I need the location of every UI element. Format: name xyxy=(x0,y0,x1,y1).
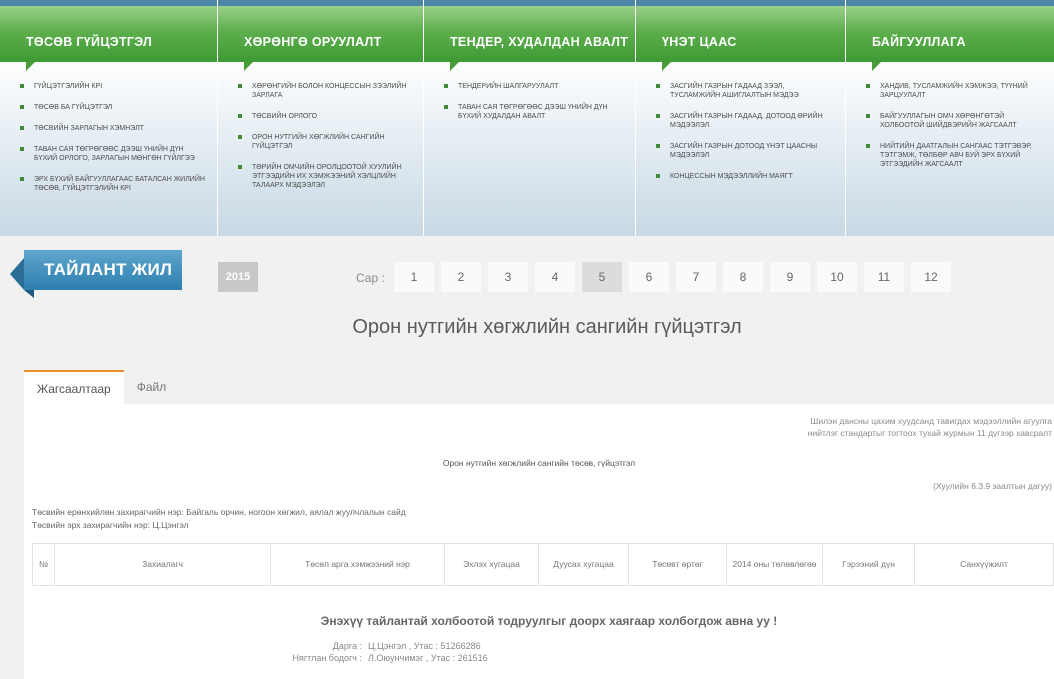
month-label: Сар : xyxy=(356,271,385,285)
col-header-start-date: Эхлэх хугацаа xyxy=(444,543,539,586)
contact-info: Дарга : Ц.Цэнгэл , Утас : 51266286 Нягтла… xyxy=(274,640,488,664)
regulation-note-line1: Шилэн дансны цахим хуудсанд тавигдах мэд… xyxy=(810,416,1052,426)
nav-column-tender: ТЕНДЕР, ХУДАЛДАН АВАЛТ ТЕНДЕРИЙН ШАЛГАРУ… xyxy=(424,0,636,236)
tab-file[interactable]: Файл xyxy=(124,370,180,404)
month-button[interactable]: 1 xyxy=(394,262,434,292)
view-tabs: Жагсаалтаар Файл xyxy=(24,370,179,404)
month-button[interactable]: 12 xyxy=(911,262,951,292)
month-button[interactable]: 9 xyxy=(770,262,810,292)
contact-row: Дарга : Ц.Цэнгэл , Утас : 51266286 xyxy=(274,640,488,652)
nav-list-investment: ХӨРӨНГИЙН БОЛОН КОНЦЕССЫН ЗЭЭЛИЙН ЗАРЛАГ… xyxy=(218,62,423,190)
nav-link[interactable]: БАЙГУУЛЛАГЫН ОМЧ ХӨРӨНГӨТЭЙ ХОЛБООТОЙ ШИ… xyxy=(866,112,1044,130)
contact-value: Л.Оюунчимэг , Утас : 261516 xyxy=(368,653,488,663)
contact-heading: Энэхүү тайлантай холбоотой тодруулгыг до… xyxy=(320,614,778,628)
report-year-ribbon: ТАЙЛАНТ ЖИЛ xyxy=(10,250,182,298)
nav-link[interactable]: ТӨРИЙН ОМЧИЙН ОРОЛЦООТОЙ ХУУЛИЙН ЭТГЭЭДИ… xyxy=(238,163,413,190)
col-header-customer: Захиалагч xyxy=(54,543,271,586)
nav-column-securities: ҮНЭТ ЦААС ЗАСГИЙН ГАЗРЫН ГАДААД ЗЭЭЛ, ТУ… xyxy=(636,0,846,236)
nav-column-budget: ТӨСӨВ ГҮЙЦЭТГЭЛ ГҮЙЦЭТГЭЛИЙН КPI ТӨСӨВ Б… xyxy=(0,0,218,236)
nav-column-investment: ХӨРӨНГӨ ОРУУЛАЛТ ХӨРӨНГИЙН БОЛОН КОНЦЕСС… xyxy=(218,0,424,236)
nav-link[interactable]: ХӨРӨНГИЙН БОЛОН КОНЦЕССЫН ЗЭЭЛИЙН ЗАРЛАГ… xyxy=(238,82,413,100)
nav-list-organization: ХАНДИВ, ТУСЛАМЖИЙН ХЭМЖЭЭ, ТҮҮНИЙ ЗАРЦУУ… xyxy=(846,62,1054,169)
col-header-project-name: Төсөл арга хэмжээний нэр xyxy=(270,543,445,586)
budget-table: № Захиалагч Төсөл арга хэмжээний нэр Эхл… xyxy=(32,543,1054,586)
nav-heading-investment[interactable]: ХӨРӨНГӨ ОРУУЛАЛТ xyxy=(218,0,423,71)
report-panel: Шилэн дансны цахим хуудсанд тавигдах мэд… xyxy=(24,404,1054,679)
table-caption: Орон нутгийн хөгжлийн сангийн төсөв, гүй… xyxy=(442,458,636,468)
nav-link[interactable]: ГҮЙЦЭТГЭЛИЙН КPI xyxy=(20,82,207,91)
law-reference: (Хуулийн 6.3.9 заалтын дагуу) xyxy=(933,481,1052,491)
top-navigation: ТӨСӨВ ГҮЙЦЭТГЭЛ ГҮЙЦЭТГЭЛИЙН КPI ТӨСӨВ Б… xyxy=(0,0,1054,236)
nav-link[interactable]: ЗАСГИЙН ГАЗРЫН ДОТООД ҮНЭТ ЦААСНЫ МЭДЭЭЛ… xyxy=(656,142,835,160)
nav-link[interactable]: ТАВАН САЯ ТӨГРӨГӨӨС ДЭЭШ ҮНИЙН ДҮН БҮХИЙ… xyxy=(444,103,625,121)
regulation-note-line2: нийтлэг стандартыг тогтоох тухай журмын … xyxy=(807,428,1052,438)
col-header-number: № xyxy=(32,543,55,586)
nav-link[interactable]: ТАВАН САЯ ТӨГРӨГӨӨС ДЭЭШ ҮНИЙН ДҮН БҮХИЙ… xyxy=(20,145,207,163)
nav-column-organization: БАЙГУУЛЛАГА ХАНДИВ, ТУСЛАМЖИЙН ХЭМЖЭЭ, Т… xyxy=(846,0,1054,236)
month-button-active[interactable]: 5 xyxy=(582,262,622,292)
nav-heading-budget[interactable]: ТӨСӨВ ГҮЙЦЭТГЭЛ xyxy=(0,0,217,71)
col-header-estimated-cost: Төсөвт өртөг xyxy=(628,543,727,586)
contact-row: Нягтлан бодогч : Л.Оюунчимэг , Утас : 261… xyxy=(274,652,488,664)
page-title: Орон нутгийн хөгжлийн сангийн гүйцэтгэл xyxy=(352,316,742,338)
nav-link[interactable]: ХАНДИВ, ТУСЛАМЖИЙН ХЭМЖЭЭ, ТҮҮНИЙ ЗАРЦУУ… xyxy=(866,82,1044,100)
month-button[interactable]: 3 xyxy=(488,262,528,292)
table-header-row: № Захиалагч Төсөл арга хэмжээний нэр Эхл… xyxy=(32,543,1054,586)
nav-list-securities: ЗАСГИЙН ГАЗРЫН ГАДААД ЗЭЭЛ, ТУСЛАМЖИЙН А… xyxy=(636,62,845,181)
col-header-financing: Санхүүжилт xyxy=(914,543,1054,586)
year-button[interactable]: 2015 xyxy=(218,262,258,292)
month-button[interactable]: 2 xyxy=(441,262,481,292)
month-button[interactable]: 6 xyxy=(629,262,669,292)
nav-link[interactable]: ЗАСГИЙН ГАЗРЫН ГАДААД ЗЭЭЛ, ТУСЛАМЖИЙН А… xyxy=(656,82,835,100)
contact-key: Дарга : xyxy=(332,641,362,651)
nav-heading-securities[interactable]: ҮНЭТ ЦААС xyxy=(636,0,845,71)
nav-link[interactable]: ТӨСВИЙН ЗАРЛАГЫН ХЭМНЭЛТ xyxy=(20,124,207,133)
contact-key: Нягтлан бодогч : xyxy=(292,653,363,663)
budget-manager-line: Төсвийн ерөнхийлөн захирагчийн нэр: Байг… xyxy=(32,507,406,517)
contact-value: Ц.Цэнгэл , Утас : 51266286 xyxy=(368,641,481,651)
nav-link[interactable]: ЭРХ БҮХИЙ БАЙГУУЛЛАГААС БАТАЛСАН ЖИЛИЙН … xyxy=(20,175,207,193)
nav-link[interactable]: ТӨСӨВ БА ГҮЙЦЭТГЭЛ xyxy=(20,103,207,112)
nav-link[interactable]: ТЕНДЕРИЙН ШАЛГАРУУЛАЛТ xyxy=(444,82,625,91)
nav-link[interactable]: ЗАСГИЙН ГАЗРЫН ГАДААД, ДОТООД ӨРИЙН МЭДЭ… xyxy=(656,112,835,130)
col-header-contract-amount: Гэрээний дүн xyxy=(822,543,915,586)
month-button[interactable]: 8 xyxy=(723,262,763,292)
month-button[interactable]: 11 xyxy=(864,262,904,292)
nav-link[interactable]: НИЙТИЙН ДААТГАЛЫН САНГААС ТЭТГЭВЭР, ТЭТГ… xyxy=(866,142,1044,169)
col-header-end-date: Дуусах хугацаа xyxy=(538,543,629,586)
nav-heading-organization[interactable]: БАЙГУУЛЛАГА xyxy=(846,0,1054,71)
budget-admin-line: Төсвийн эрх захирагчийн нэр: Ц.Цэнгэл xyxy=(32,520,189,530)
nav-list-budget: ГҮЙЦЭТГЭЛИЙН КPI ТӨСӨВ БА ГҮЙЦЭТГЭЛ ТӨСВ… xyxy=(0,62,217,193)
nav-link[interactable]: ТӨСВИЙН ОРЛОГО xyxy=(238,112,413,121)
tab-list[interactable]: Жагсаалтаар xyxy=(24,370,124,404)
nav-link[interactable]: КОНЦЕССЫН МЭДЭЭЛЛИЙН МАЯГТ xyxy=(656,172,835,181)
month-button[interactable]: 7 xyxy=(676,262,716,292)
col-header-2014-plan: 2014 оны төлөвлөгөө xyxy=(726,543,823,586)
nav-link[interactable]: ОРОН НУТГИЙН ХӨГЖЛИЙН САНГИЙН ГҮЙЦЭТГЭЛ xyxy=(238,133,413,151)
month-button[interactable]: 10 xyxy=(817,262,857,292)
report-period-bar: ТАЙЛАНТ ЖИЛ 2015 Сар : 1 2 3 4 5 6 7 8 9… xyxy=(0,236,1054,306)
month-selector: 1 2 3 4 5 6 7 8 9 10 11 12 xyxy=(394,262,958,292)
month-button[interactable]: 4 xyxy=(535,262,575,292)
nav-heading-tender[interactable]: ТЕНДЕР, ХУДАЛДАН АВАЛТ xyxy=(424,0,635,71)
